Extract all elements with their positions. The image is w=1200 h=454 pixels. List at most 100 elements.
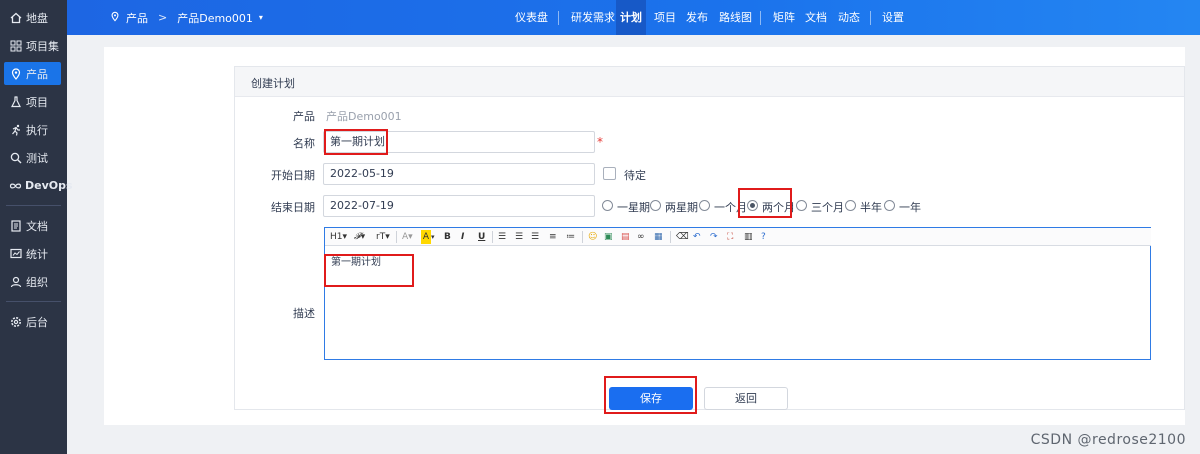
duration-radio-2weeks[interactable] (650, 200, 661, 211)
nav-project[interactable]: 项目 (650, 0, 680, 35)
sidebar-item-stats[interactable]: 统计 (4, 242, 61, 265)
duration-label: 半年 (860, 201, 882, 214)
highlight-box (324, 129, 388, 155)
highlight-box (604, 376, 697, 414)
sidebar-item-label: 项目 (26, 95, 48, 109)
start-date-input[interactable]: 2022-05-19 (323, 163, 595, 185)
nav-settings[interactable]: 设置 (878, 0, 908, 35)
chevron-down-icon[interactable]: ▾ (431, 230, 435, 244)
sidebar-item-label: DevOps (25, 179, 73, 192)
link-icon[interactable]: ∞ (637, 230, 645, 244)
sidebar-item-test[interactable]: 测试 (4, 146, 61, 169)
redo-icon[interactable]: ↷ (710, 230, 718, 244)
sidebar-item-project[interactable]: 项目 (4, 90, 61, 113)
breadcrumb-separator: > (158, 11, 168, 24)
duration-radio-3months[interactable] (796, 200, 807, 211)
editor-toolbar: H1▾ 𝓕▾ rT▾ A▾ A ▾ B I U ☰ ☰ ☰ ≡ ≔ ☺ ▣ ▤ (325, 228, 1151, 246)
emoji-icon[interactable]: ☺ (588, 230, 597, 244)
required-mark: * (597, 135, 603, 149)
nav-plan[interactable]: 计划 (616, 0, 646, 35)
infinity-icon (9, 179, 22, 193)
user-icon (9, 275, 23, 289)
sidebar-item-org[interactable]: 组织 (4, 270, 61, 293)
nav-doc[interactable]: 文档 (801, 0, 831, 35)
unordered-list-icon[interactable]: ≔ (566, 230, 575, 244)
sidebar-divider (6, 205, 61, 206)
sidebar-item-doc[interactable]: 文档 (4, 214, 61, 237)
duration-label: 三个月 (811, 201, 844, 214)
align-right-icon[interactable]: ☰ (531, 230, 539, 244)
nav-requirements[interactable]: 研发需求 (567, 0, 619, 35)
nav-dynamic[interactable]: 动态 (834, 0, 864, 35)
eraser-icon[interactable]: ⌫ (676, 230, 689, 244)
font-size-dropdown[interactable]: rT▾ (376, 230, 390, 244)
nav-divider (558, 11, 559, 25)
description-editor[interactable]: H1▾ 𝓕▾ rT▾ A▾ A ▾ B I U ☰ ☰ ☰ ≡ ≔ ☺ ▣ ▤ (324, 227, 1151, 360)
nav-roadmap[interactable]: 路线图 (715, 0, 756, 35)
font-color-dropdown[interactable]: A▾ (402, 230, 413, 244)
breadcrumb-root[interactable]: 产品 (126, 10, 148, 26)
main-content: 创建计划 产品 产品Demo001 名称 第一期计划 * 开始日期 2022-0… (104, 47, 1185, 425)
back-button[interactable]: 返回 (704, 387, 788, 410)
product-label: 产品 (293, 110, 315, 123)
duration-label: 两星期 (665, 201, 698, 214)
sidebar-item-label: 测试 (26, 151, 48, 165)
pending-label: 待定 (624, 169, 646, 182)
sidebar-item-product[interactable]: 产品 (4, 62, 61, 85)
sidebar-divider (6, 301, 61, 302)
sidebar: 地盘 项目集 产品 项目 执行 测试 DevOps 文档 统计 组织 后台 (0, 0, 73, 454)
highlight-box (738, 188, 792, 218)
end-date-label: 结束日期 (271, 201, 315, 214)
duration-radio-1month[interactable] (699, 200, 710, 211)
sidebar-item-program[interactable]: 项目集 (4, 34, 61, 57)
panel-header: 创建计划 (235, 67, 1184, 97)
sidebar-item-label: 项目集 (26, 39, 59, 53)
bold-button[interactable]: B (444, 230, 451, 244)
sidebar-item-devops[interactable]: DevOps (4, 174, 73, 197)
duration-radio-halfyear[interactable] (845, 200, 856, 211)
sidebar-item-label: 执行 (26, 123, 48, 137)
search-icon (9, 151, 23, 165)
run-icon (9, 123, 23, 137)
duration-radio-1week[interactable] (602, 200, 613, 211)
end-date-input[interactable]: 2022-07-19 (323, 195, 595, 217)
align-center-icon[interactable]: ☰ (515, 230, 523, 244)
breadcrumb: 产品 > 产品Demo001 ▾ (110, 0, 263, 35)
sidebar-item-label: 后台 (26, 315, 48, 329)
help-icon[interactable]: ? (761, 230, 766, 244)
highlight-color-button[interactable]: A (421, 230, 431, 244)
flask-icon (9, 95, 23, 109)
heading-dropdown[interactable]: H1▾ (330, 230, 347, 244)
duration-radio-1year[interactable] (884, 200, 895, 211)
ordered-list-icon[interactable]: ≡ (549, 230, 557, 244)
fullscreen-icon[interactable]: ⛶ (727, 230, 733, 244)
font-family-dropdown[interactable]: 𝓕▾ (354, 230, 365, 244)
breadcrumb-current[interactable]: 产品Demo001 (177, 10, 253, 26)
nav-dashboard[interactable]: 仪表盘 (511, 0, 552, 35)
sidebar-item-label: 产品 (26, 67, 48, 81)
sidebar-item-label: 文档 (26, 219, 48, 233)
home-icon (9, 11, 23, 25)
table-icon[interactable]: ▦ (654, 230, 663, 244)
duration-label: 一年 (899, 201, 921, 214)
chart-icon (9, 247, 23, 261)
sidebar-item-label: 组织 (26, 275, 48, 289)
sidebar-item-home[interactable]: 地盘 (4, 6, 61, 29)
nav-release[interactable]: 发布 (682, 0, 712, 35)
italic-button[interactable]: I (461, 230, 464, 244)
duration-label: 一星期 (617, 201, 650, 214)
code-icon[interactable]: ▤ (621, 230, 630, 244)
start-date-label: 开始日期 (271, 169, 315, 182)
source-icon[interactable]: ▥ (744, 230, 753, 244)
align-left-icon[interactable]: ☰ (498, 230, 506, 244)
chevron-down-icon[interactable]: ▾ (259, 13, 263, 22)
nav-matrix[interactable]: 矩阵 (769, 0, 799, 35)
image-icon[interactable]: ▣ (604, 230, 613, 244)
undo-icon[interactable]: ↶ (693, 230, 701, 244)
sidebar-item-admin[interactable]: 后台 (4, 310, 61, 333)
sidebar-item-execution[interactable]: 执行 (4, 118, 61, 141)
underline-button[interactable]: U (478, 230, 485, 244)
name-label: 名称 (293, 137, 315, 150)
product-value: 产品Demo001 (326, 110, 402, 123)
pending-checkbox[interactable] (603, 167, 616, 180)
